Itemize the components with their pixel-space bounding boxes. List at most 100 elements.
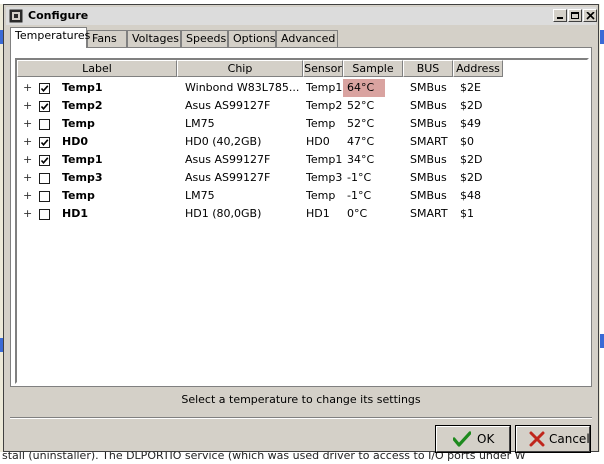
divider	[10, 417, 592, 419]
checkmark-icon	[40, 139, 49, 147]
enable-checkbox[interactable]	[39, 191, 50, 202]
cell-chip: Winbond W83L785...	[185, 81, 300, 94]
enable-checkbox[interactable]	[39, 155, 50, 166]
app-icon	[9, 9, 23, 23]
cell-label: Temp1	[62, 153, 103, 166]
ok-button[interactable]: OK	[435, 425, 511, 453]
enable-checkbox[interactable]	[39, 101, 50, 112]
tab-advanced[interactable]: Advanced	[276, 30, 338, 47]
table-row[interactable]: + Temp2 Asus AS99127F Temp2 52°C SMBus $2D	[17, 97, 587, 115]
column-header-bus[interactable]: BUS	[403, 60, 453, 77]
minimize-icon	[557, 17, 563, 19]
background-text: stall (uninstaller). The DLPORTIO servic…	[2, 452, 526, 462]
expand-icon[interactable]: +	[23, 169, 32, 187]
cell-chip: Asus AS99127F	[185, 171, 271, 184]
temperature-list[interactable]: Label Chip Sensor Sample BUS Address + Te…	[15, 58, 589, 384]
table-row[interactable]: + Temp1 Asus AS99127F Temp1 34°C SMBus $2D	[17, 151, 587, 169]
temperatures-panel: Label Chip Sensor Sample BUS Address + Te…	[10, 47, 592, 387]
column-header-chip[interactable]: Chip	[177, 60, 303, 77]
cell-sensor: Temp2	[306, 99, 342, 112]
cell-label: Temp2	[62, 99, 103, 112]
maximize-button[interactable]	[568, 9, 582, 22]
table-row[interactable]: + HD0 HD0 (40,2GB) HD0 47°C SMART $0	[17, 133, 587, 151]
cell-address: $0	[460, 135, 474, 148]
cell-address: $49	[460, 117, 481, 130]
enable-checkbox[interactable]	[39, 83, 50, 94]
cell-sensor: HD1	[306, 207, 330, 220]
cell-bus: SMBus	[410, 153, 447, 166]
checkmark-icon	[40, 85, 49, 93]
background-app-text: stall (uninstaller). The DLPORTIO servic…	[0, 452, 604, 464]
cell-sample: -1°C	[347, 189, 372, 202]
table-row[interactable]: + Temp LM75 Temp -1°C SMBus $48	[17, 187, 587, 205]
table-row[interactable]: + Temp1 Winbond W83L785... Temp1 64°C SMBus $2…	[17, 79, 587, 97]
cell-bus: SMBus	[410, 171, 447, 184]
table-row[interactable]: + Temp3 Asus AS99127F Temp3 -1°C SMBus $2D	[17, 169, 587, 187]
table-row[interactable]: + HD1 HD1 (80,0GB) HD1 0°C SMART $1	[17, 205, 587, 223]
close-icon	[586, 12, 595, 20]
cell-bus: SMBus	[410, 117, 447, 130]
cell-label: HD1	[62, 207, 88, 220]
window-title: Configure	[28, 9, 89, 22]
maximize-icon	[571, 12, 579, 19]
column-header-row: Label Chip Sensor Sample BUS Address	[17, 60, 587, 77]
enable-checkbox[interactable]	[39, 137, 50, 148]
cell-chip: HD0 (40,2GB)	[185, 135, 262, 148]
tab-voltages[interactable]: Voltages	[127, 30, 181, 47]
cell-bus: SMART	[410, 207, 448, 220]
expand-icon[interactable]: +	[23, 205, 32, 223]
expand-icon[interactable]: +	[23, 187, 32, 205]
cell-address: $2D	[460, 171, 483, 184]
cell-label: Temp	[62, 117, 95, 130]
expand-icon[interactable]: +	[23, 133, 32, 151]
column-header-address[interactable]: Address	[453, 60, 503, 77]
cell-sample: -1°C	[347, 171, 372, 184]
close-button[interactable]	[583, 9, 597, 22]
cell-chip: Asus AS99127F	[185, 99, 271, 112]
tab-speeds[interactable]: Speeds	[181, 30, 228, 47]
minimize-button[interactable]	[553, 9, 567, 22]
cell-bus: SMBus	[410, 189, 447, 202]
x-icon	[529, 431, 545, 447]
cell-chip: HD1 (80,0GB)	[185, 207, 262, 220]
cell-chip: LM75	[185, 117, 215, 130]
cell-address: $2D	[460, 153, 483, 166]
tab-fans[interactable]: Fans	[87, 30, 127, 47]
expand-icon[interactable]: +	[23, 97, 32, 115]
cell-label: HD0	[62, 135, 88, 148]
checkmark-icon	[40, 103, 49, 111]
cell-bus: SMBus	[410, 81, 447, 94]
cell-chip: Asus AS99127F	[185, 153, 271, 166]
cell-bus: SMART	[410, 135, 448, 148]
column-header-sample[interactable]: Sample	[343, 60, 403, 77]
column-header-label[interactable]: Label	[17, 60, 177, 77]
table-row[interactable]: + Temp LM75 Temp 52°C SMBus $49	[17, 115, 587, 133]
expand-icon[interactable]: +	[23, 79, 32, 97]
cell-address: $1	[460, 207, 474, 220]
cancel-button[interactable]: Cancel	[515, 425, 591, 453]
title-bar[interactable]: Configure	[6, 7, 597, 25]
tab-options[interactable]: Options	[228, 30, 276, 47]
cell-bus: SMBus	[410, 99, 447, 112]
column-header-sensor[interactable]: Sensor	[303, 60, 343, 77]
cell-sample: 64°C	[343, 79, 385, 97]
enable-checkbox[interactable]	[39, 173, 50, 184]
cell-chip: LM75	[185, 189, 215, 202]
cell-sample: 47°C	[347, 135, 375, 148]
enable-checkbox[interactable]	[39, 119, 50, 130]
cell-sensor: Temp3	[306, 171, 342, 184]
tab-temperatures[interactable]: Temperatures	[10, 27, 90, 48]
cell-sample: 52°C	[347, 117, 375, 130]
cell-address: $2D	[460, 99, 483, 112]
expand-icon[interactable]: +	[23, 151, 32, 169]
status-text: Select a temperature to change its setti…	[181, 393, 421, 406]
cell-label: Temp1	[62, 81, 103, 94]
cell-address: $2E	[460, 81, 481, 94]
ok-label: OK	[477, 432, 495, 446]
cell-address: $48	[460, 189, 481, 202]
enable-checkbox[interactable]	[39, 209, 50, 220]
expand-icon[interactable]: +	[23, 115, 32, 133]
cell-sensor: Temp	[306, 189, 336, 202]
cell-sensor: Temp	[306, 117, 336, 130]
background-app-edge	[600, 4, 604, 452]
